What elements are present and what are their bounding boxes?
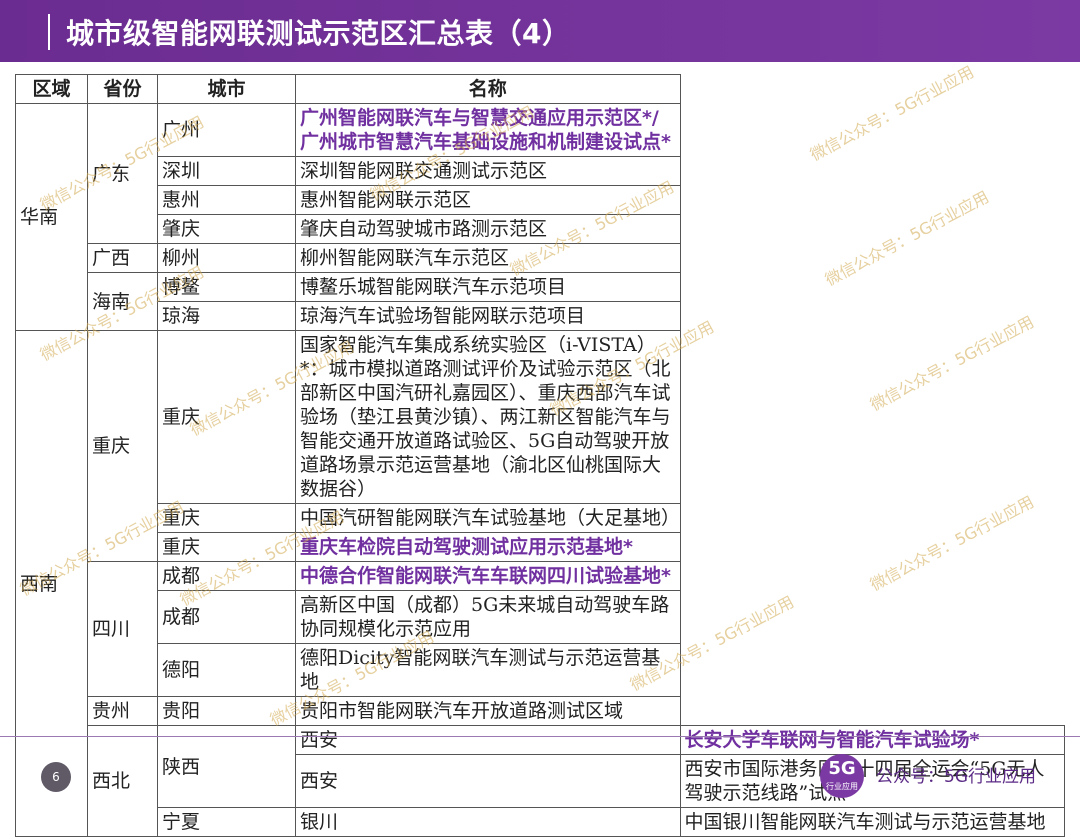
city-cell: 广州 [157, 103, 296, 157]
table-row: 广西 柳州 柳州智能网联汽车示范区 [16, 243, 1065, 273]
table-row: 四川 成都 中德合作智能网联汽车车联网四川试验基地* [16, 561, 1065, 697]
table-row: 深圳 深圳智能网联交通测试示范区 [16, 156, 1065, 186]
table-row: 成都 高新区中国（成都）5G未来城自动驾驶车路协同规模化示范应用 [16, 590, 1065, 644]
name-cell: 惠州智能网联示范区 [295, 185, 681, 215]
name-cell: 重庆车检院自动驾驶测试应用示范基地* [295, 532, 681, 562]
table-header-row: 区域 省份 城市 名称 [15, 74, 1065, 104]
city-cell: 肇庆 [157, 214, 296, 244]
header-city: 城市 [157, 74, 296, 104]
city-cell: 西安 [295, 754, 681, 808]
city-cell: 重庆 [157, 532, 296, 562]
footer-divider [0, 736, 1080, 737]
name-cell: 中德合作智能网联汽车车联网四川试验基地* [295, 561, 681, 591]
logo-sub-text: 行业应用 [826, 782, 858, 791]
logo-main-text: 5G [828, 758, 856, 779]
table-row: 重庆 重庆车检院自动驾驶测试应用示范基地* [16, 532, 1065, 562]
table-row: 肇庆 肇庆自动驾驶城市路测示范区 [16, 214, 1065, 244]
table-row: 琼海 琼海汽车试验场智能网联示范项目 [16, 301, 1065, 331]
name-cell: 深圳智能网联交通测试示范区 [295, 156, 681, 186]
city-cell: 柳州 [157, 243, 296, 273]
city-cell: 琼海 [157, 301, 296, 331]
name-cell: 肇庆自动驾驶城市路测示范区 [295, 214, 681, 244]
title-divider [48, 14, 50, 50]
table-row: 德阳 德阳Dicity智能网联汽车测试与示范运营基地 [16, 643, 1065, 697]
name-cell: 高新区中国（成都）5G未来城自动驾驶车路协同规模化示范应用 [295, 590, 681, 644]
province-cell: 海南 [87, 272, 158, 331]
region-cell: 华南 [15, 103, 88, 331]
province-cell: 广西 [87, 243, 158, 273]
table-row: 惠州 惠州智能网联示范区 [16, 185, 1065, 215]
header-region: 区域 [15, 74, 88, 104]
name-cell: 广州智能网联汽车与智慧交通应用示范区*/广州城市智慧汽车基础设施和机制建设试点* [295, 103, 681, 157]
region-cell: 西北 [87, 725, 158, 837]
city-cell: 贵阳 [157, 696, 296, 726]
name-cell: 中国汽研智能网联汽车试验基地（大足基地） [295, 503, 681, 533]
city-cell: 西安 [295, 725, 681, 755]
city-cell: 成都 [157, 561, 296, 591]
region-cell: 西南 [15, 330, 88, 837]
name-cell: 国家智能汽车集成系统实验区（i-VISTA）*：城市模拟道路测试评价及试验示范区… [295, 330, 681, 504]
account-label: 公众号：5G行业应用 [876, 767, 1036, 787]
name-cell: 柳州智能网联汽车示范区 [295, 243, 681, 273]
table-row: 贵州 贵阳 贵阳市智能网联汽车开放道路测试区域 [16, 696, 1065, 726]
name-cell: 德阳Dicity智能网联汽车测试与示范运营基地 [295, 643, 681, 697]
province-cell: 陕西 [157, 725, 296, 808]
city-cell: 深圳 [157, 156, 296, 186]
province-cell: 重庆 [87, 330, 158, 562]
province-cell: 四川 [87, 561, 158, 697]
province-cell: 广东 [87, 103, 158, 244]
table-row: 西北 陕西 西安 长安大学车联网与智能汽车试验场* [16, 725, 1065, 837]
table-row: 华南 广东 广州 广州智能网联汽车与智慧交通应用示范区*/广州城市智慧汽车基础设… [15, 103, 1065, 331]
city-cell: 重庆 [157, 330, 296, 504]
name-cell: 贵阳市智能网联汽车开放道路测试区域 [295, 696, 681, 726]
header-name: 名称 [295, 74, 681, 104]
province-cell: 贵州 [87, 696, 158, 726]
name-cell: 博鳌乐城智能网联汽车示范项目 [295, 272, 681, 302]
page-number: 6 [41, 762, 71, 792]
city-cell: 博鳌 [157, 272, 296, 302]
table-row: 海南 博鳌 博鳌乐城智能网联汽车示范项目 [16, 272, 1065, 331]
name-cell: 长安大学车联网与智能汽车试验场* [679, 725, 1065, 755]
table-row: 西南 重庆 重庆 国家智能汽车集成系统实验区（i-VISTA）*：城市模拟道路测… [15, 330, 1065, 837]
city-cell: 成都 [157, 590, 296, 644]
table-row: 重庆 中国汽研智能网联汽车试验基地（大足基地） [16, 503, 1065, 533]
city-cell: 重庆 [157, 503, 296, 533]
city-cell: 惠州 [157, 185, 296, 215]
title-bar: 城市级智能网联测试示范区汇总表（4） [0, 0, 1080, 62]
province-cell: 宁夏 [157, 807, 296, 837]
city-cell: 德阳 [157, 643, 296, 697]
name-detail: ：城市模拟道路测试评价及试验示范区（北部新区中国汽研礼嘉园区）、重庆西部汽车试验… [300, 358, 671, 500]
table-row: 宁夏 银川 中国银川智能网联汽车测试与示范运营基地 [16, 807, 1065, 837]
summary-table: 区域 省份 城市 名称 华南 广东 广州 广州智能网联汽车与智慧交通应用示范区*… [15, 74, 1065, 837]
header-province: 省份 [87, 74, 158, 104]
brand-logo: 5G 行业应用 [820, 754, 864, 798]
name-cell: 中国银川智能网联汽车测试与示范运营基地 [679, 807, 1065, 837]
page-title: 城市级智能网联测试示范区汇总表（4） [66, 17, 571, 50]
name-cell: 琼海汽车试验场智能网联示范项目 [295, 301, 681, 331]
city-cell: 银川 [295, 807, 681, 837]
